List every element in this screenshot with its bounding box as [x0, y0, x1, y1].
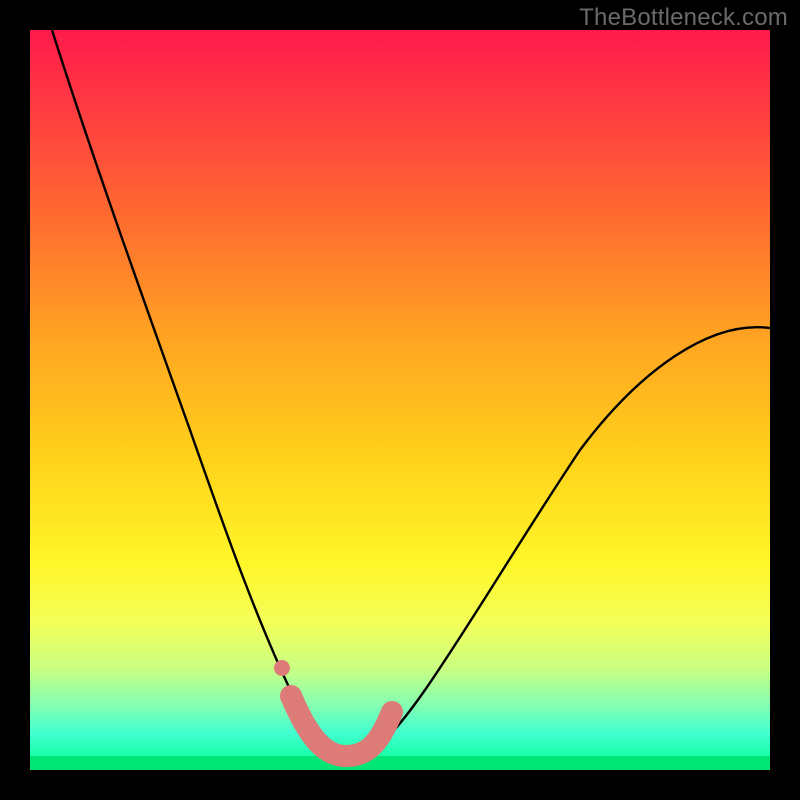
chart-frame — [30, 30, 770, 770]
highlight-region — [291, 696, 392, 756]
highlight-dot — [274, 660, 290, 676]
bottleneck-curve — [52, 30, 770, 758]
bottleneck-curve-svg — [30, 30, 770, 770]
watermark-text: TheBottleneck.com — [579, 4, 788, 32]
